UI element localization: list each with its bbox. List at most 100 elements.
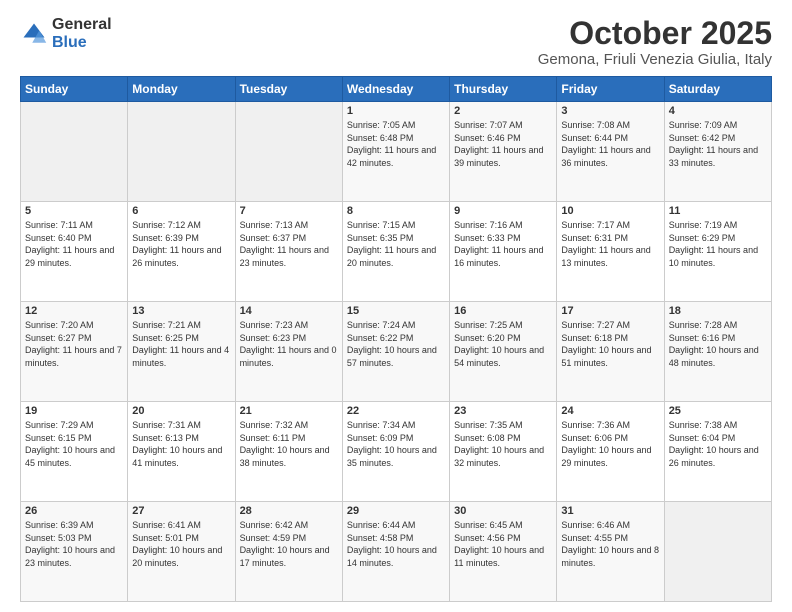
calendar-cell: 19 Sunrise: 7:29 AM Sunset: 6:15 PM Dayli… (21, 402, 128, 502)
day-number: 10 (561, 205, 659, 217)
logo-blue-text: Blue (52, 34, 112, 52)
calendar-cell: 11Sunrise: 7:19 AM Sunset: 6:29 PM Dayli… (664, 202, 771, 302)
day-info: Sunrise: 7:05 AM Sunset: 6:48 PM Dayligh… (347, 119, 445, 169)
calendar-header: SundayMondayTuesdayWednesdayThursdayFrid… (21, 77, 772, 102)
calendar-week-1: 1Sunrise: 7:05 AM Sunset: 6:48 PM Daylig… (21, 102, 772, 202)
logo-text: General Blue (52, 16, 112, 51)
day-info: Sunrise: 7:07 AM Sunset: 6:46 PM Dayligh… (454, 119, 552, 169)
page: General Blue October 2025 Gemona, Friuli… (0, 0, 792, 612)
calendar-cell: 3 Sunrise: 7:08 AM Sunset: 6:44 PM Daylig… (557, 102, 664, 202)
day-number: 20 (132, 405, 230, 417)
calendar-cell: 27 Sunrise: 6:41 AM Sunset: 5:01 PM Dayli… (128, 502, 235, 602)
calendar-cell: 30 Sunrise: 6:45 AM Sunset: 4:56 PM Dayli… (450, 502, 557, 602)
day-info: Sunrise: 7:36 AM Sunset: 6:06 PM Dayligh… (561, 419, 659, 469)
calendar-cell: 4Sunrise: 7:09 AM Sunset: 6:42 PM Daylig… (664, 102, 771, 202)
calendar-cell (664, 502, 771, 602)
day-number: 9 (454, 205, 552, 217)
day-number: 23 (454, 405, 552, 417)
day-info: Sunrise: 7:12 AM Sunset: 6:39 PM Dayligh… (132, 219, 230, 269)
day-number: 31 (561, 505, 659, 517)
day-info: Sunrise: 6:41 AM Sunset: 5:01 PM Dayligh… (132, 519, 230, 569)
day-number: 29 (347, 505, 445, 517)
day-number: 5 (25, 205, 123, 217)
calendar-cell (21, 102, 128, 202)
day-info: Sunrise: 7:21 AM Sunset: 6:25 PM Dayligh… (132, 319, 230, 369)
day-number: 21 (240, 405, 338, 417)
day-number: 3 (561, 105, 659, 117)
calendar-cell (235, 102, 342, 202)
calendar-cell: 14 Sunrise: 7:23 AM Sunset: 6:23 PM Dayli… (235, 302, 342, 402)
day-info: Sunrise: 7:09 AM Sunset: 6:42 PM Dayligh… (669, 119, 767, 169)
calendar-cell: 21 Sunrise: 7:32 AM Sunset: 6:11 PM Dayli… (235, 402, 342, 502)
calendar-cell: 17 Sunrise: 7:27 AM Sunset: 6:18 PM Dayli… (557, 302, 664, 402)
day-number: 18 (669, 305, 767, 317)
day-info: Sunrise: 7:11 AM Sunset: 6:40 PM Dayligh… (25, 219, 123, 269)
day-info: Sunrise: 7:24 AM Sunset: 6:22 PM Dayligh… (347, 319, 445, 369)
calendar-cell: 28 Sunrise: 6:42 AM Sunset: 4:59 PM Dayli… (235, 502, 342, 602)
day-info: Sunrise: 7:23 AM Sunset: 6:23 PM Dayligh… (240, 319, 338, 369)
location-title: Gemona, Friuli Venezia Giulia, Italy (538, 51, 772, 68)
weekday-header-thursday: Thursday (450, 77, 557, 102)
day-info: Sunrise: 7:29 AM Sunset: 6:15 PM Dayligh… (25, 419, 123, 469)
day-info: Sunrise: 6:45 AM Sunset: 4:56 PM Dayligh… (454, 519, 552, 569)
day-number: 12 (25, 305, 123, 317)
day-info: Sunrise: 7:34 AM Sunset: 6:09 PM Dayligh… (347, 419, 445, 469)
day-number: 8 (347, 205, 445, 217)
day-info: Sunrise: 6:42 AM Sunset: 4:59 PM Dayligh… (240, 519, 338, 569)
month-title: October 2025 (538, 16, 772, 51)
weekday-header-saturday: Saturday (664, 77, 771, 102)
day-info: Sunrise: 7:25 AM Sunset: 6:20 PM Dayligh… (454, 319, 552, 369)
day-number: 15 (347, 305, 445, 317)
calendar-cell: 26 Sunrise: 6:39 AM Sunset: 5:03 PM Dayli… (21, 502, 128, 602)
calendar-cell: 15 Sunrise: 7:24 AM Sunset: 6:22 PM Dayli… (342, 302, 449, 402)
weekday-header-sunday: Sunday (21, 77, 128, 102)
calendar-cell: 7 Sunrise: 7:13 AM Sunset: 6:37 PM Daylig… (235, 202, 342, 302)
calendar-cell: 31Sunrise: 6:46 AM Sunset: 4:55 PM Dayli… (557, 502, 664, 602)
day-info: Sunrise: 6:44 AM Sunset: 4:58 PM Dayligh… (347, 519, 445, 569)
weekday-row: SundayMondayTuesdayWednesdayThursdayFrid… (21, 77, 772, 102)
calendar-cell: 6 Sunrise: 7:12 AM Sunset: 6:39 PM Daylig… (128, 202, 235, 302)
day-info: Sunrise: 6:39 AM Sunset: 5:03 PM Dayligh… (25, 519, 123, 569)
calendar-cell: 1Sunrise: 7:05 AM Sunset: 6:48 PM Daylig… (342, 102, 449, 202)
logo: General Blue (20, 16, 112, 51)
day-number: 27 (132, 505, 230, 517)
day-info: Sunrise: 7:08 AM Sunset: 6:44 PM Dayligh… (561, 119, 659, 169)
day-info: Sunrise: 7:15 AM Sunset: 6:35 PM Dayligh… (347, 219, 445, 269)
day-number: 26 (25, 505, 123, 517)
day-info: Sunrise: 7:19 AM Sunset: 6:29 PM Dayligh… (669, 219, 767, 269)
weekday-header-friday: Friday (557, 77, 664, 102)
calendar-cell: 25Sunrise: 7:38 AM Sunset: 6:04 PM Dayli… (664, 402, 771, 502)
day-number: 6 (132, 205, 230, 217)
day-info: Sunrise: 7:38 AM Sunset: 6:04 PM Dayligh… (669, 419, 767, 469)
title-section: October 2025 Gemona, Friuli Venezia Giul… (538, 16, 772, 68)
day-number: 16 (454, 305, 552, 317)
calendar-cell: 22Sunrise: 7:34 AM Sunset: 6:09 PM Dayli… (342, 402, 449, 502)
day-number: 19 (25, 405, 123, 417)
calendar-cell: 2Sunrise: 7:07 AM Sunset: 6:46 PM Daylig… (450, 102, 557, 202)
calendar-cell: 18 Sunrise: 7:28 AM Sunset: 6:16 PM Dayli… (664, 302, 771, 402)
day-number: 28 (240, 505, 338, 517)
calendar-week-4: 19 Sunrise: 7:29 AM Sunset: 6:15 PM Dayli… (21, 402, 772, 502)
weekday-header-tuesday: Tuesday (235, 77, 342, 102)
day-info: Sunrise: 7:13 AM Sunset: 6:37 PM Dayligh… (240, 219, 338, 269)
calendar-cell: 23 Sunrise: 7:35 AM Sunset: 6:08 PM Dayli… (450, 402, 557, 502)
calendar-cell: 13Sunrise: 7:21 AM Sunset: 6:25 PM Dayli… (128, 302, 235, 402)
day-info: Sunrise: 7:28 AM Sunset: 6:16 PM Dayligh… (669, 319, 767, 369)
header: General Blue October 2025 Gemona, Friuli… (20, 16, 772, 68)
calendar-cell (128, 102, 235, 202)
day-number: 7 (240, 205, 338, 217)
calendar-cell: 20 Sunrise: 7:31 AM Sunset: 6:13 PM Dayli… (128, 402, 235, 502)
day-info: Sunrise: 7:20 AM Sunset: 6:27 PM Dayligh… (25, 319, 123, 369)
weekday-header-monday: Monday (128, 77, 235, 102)
day-number: 30 (454, 505, 552, 517)
day-number: 24 (561, 405, 659, 417)
calendar-cell: 16 Sunrise: 7:25 AM Sunset: 6:20 PM Dayli… (450, 302, 557, 402)
calendar-cell: 9Sunrise: 7:16 AM Sunset: 6:33 PM Daylig… (450, 202, 557, 302)
day-info: Sunrise: 7:27 AM Sunset: 6:18 PM Dayligh… (561, 319, 659, 369)
day-info: Sunrise: 7:32 AM Sunset: 6:11 PM Dayligh… (240, 419, 338, 469)
day-info: Sunrise: 7:35 AM Sunset: 6:08 PM Dayligh… (454, 419, 552, 469)
calendar-week-3: 12 Sunrise: 7:20 AM Sunset: 6:27 PM Dayli… (21, 302, 772, 402)
day-number: 14 (240, 305, 338, 317)
day-info: Sunrise: 7:31 AM Sunset: 6:13 PM Dayligh… (132, 419, 230, 469)
day-number: 17 (561, 305, 659, 317)
